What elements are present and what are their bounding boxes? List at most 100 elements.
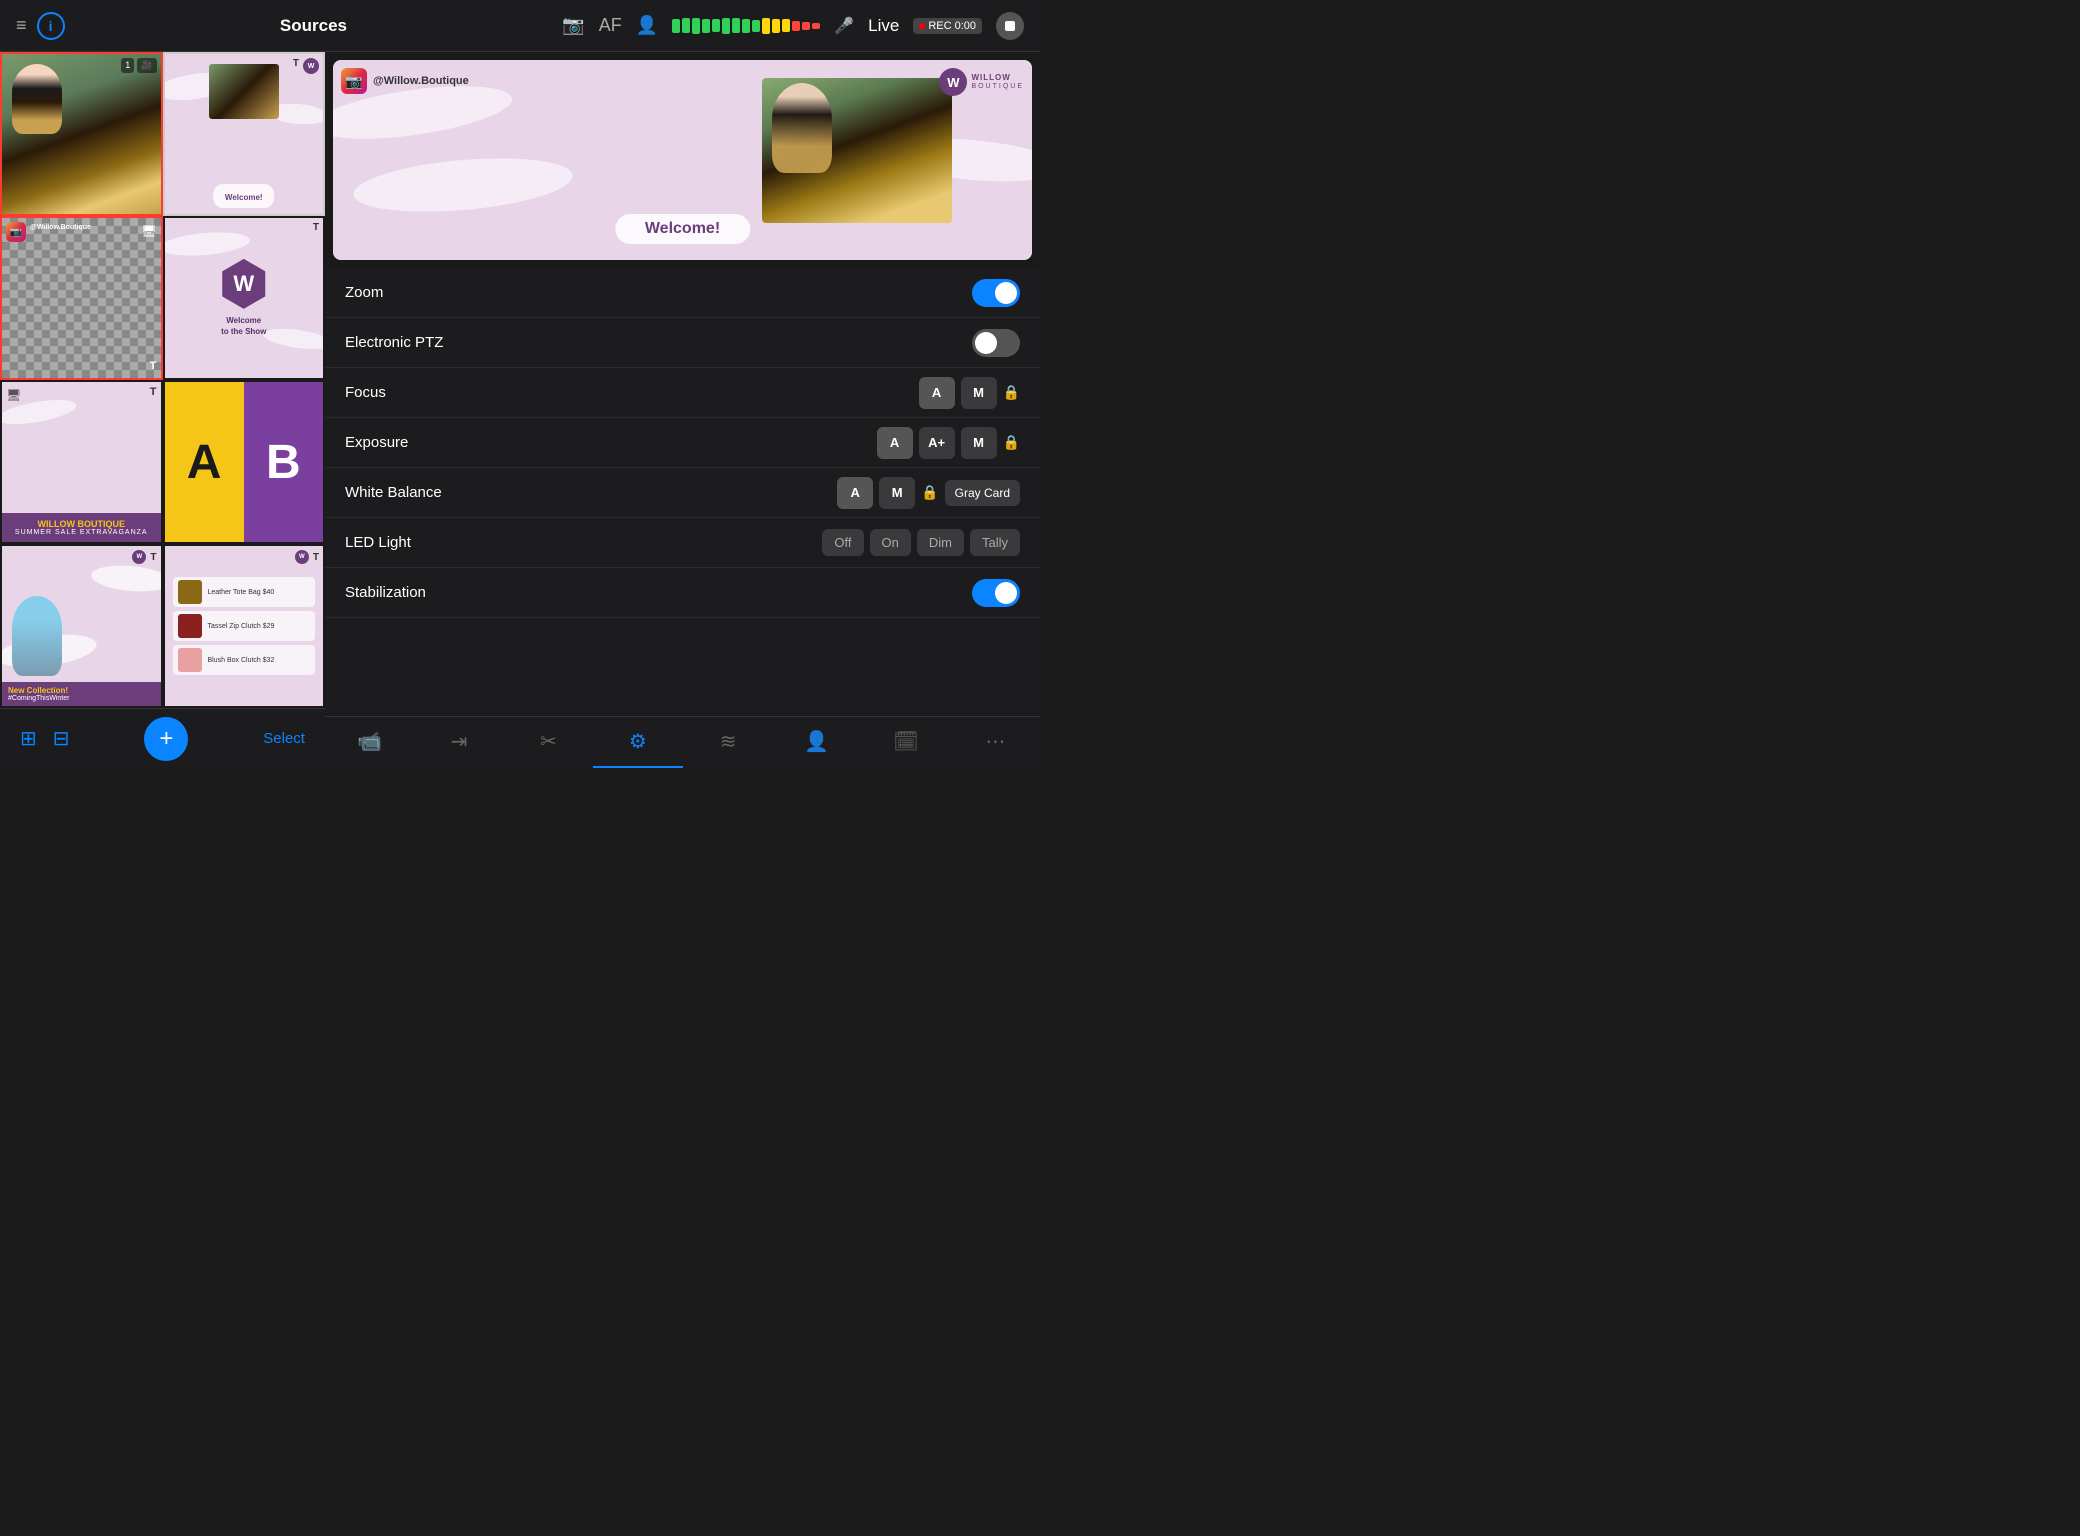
header: ≡ i Sources 📷 AF 👤 🎤 Live REC 0:00 — [0, 0, 1040, 52]
led-tally-btn[interactable]: Tally — [970, 529, 1020, 556]
header-left: ≡ i — [16, 12, 65, 40]
select-button[interactable]: Select — [263, 730, 305, 747]
person-icon[interactable]: 👤 — [636, 15, 658, 36]
tab-more[interactable]: ⋯ — [951, 717, 1040, 768]
source-cell-ab[interactable]: A B — [163, 380, 326, 544]
stabilization-toggle[interactable] — [972, 579, 1020, 607]
camera-tab-icon: 📹 — [357, 729, 382, 754]
meter-bar-7 — [742, 19, 750, 33]
tab-overlay[interactable]: 👤 — [772, 717, 861, 768]
eptz-knob — [975, 332, 997, 354]
source-cell-welcome[interactable]: Welcome! W T — [163, 52, 326, 216]
toolbar-left: ⊞ ⊟ — [20, 726, 70, 751]
logo-text-icon: T — [313, 222, 319, 233]
tab-timer[interactable]: 🗓 — [861, 717, 950, 768]
meter-bar-12 — [792, 21, 800, 31]
meter-bar-11 — [782, 19, 790, 32]
source-cell-boutique[interactable]: 🖥 T WILLOW BOUTIQUE SUMMER SALE EXTRAVAG… — [0, 380, 163, 544]
source-cell-collection[interactable]: W T New Collection! #ComingThisWinter — [0, 544, 163, 708]
led-dim-btn[interactable]: Dim — [917, 529, 964, 556]
meter-bar-6 — [732, 18, 740, 33]
timer-tab-icon: 🗓 — [893, 729, 918, 754]
source-cell-logo[interactable]: W Welcome to the Show T — [163, 216, 326, 380]
source-cell-transparent[interactable]: 📷 @Willow.Boutique 🖥 T — [0, 216, 163, 380]
preview-brand-sub: BOUTIQUE — [971, 83, 1024, 91]
wb-lock-icon[interactable]: 🔒 — [921, 484, 938, 501]
meter-bar-2 — [692, 18, 700, 34]
exposure-lock-icon[interactable]: 🔒 — [1003, 434, 1020, 451]
preview-brand-name: WILLOW — [971, 74, 1024, 83]
exposure-a-btn[interactable]: A — [877, 427, 913, 459]
tab-bar: 📹 ⇥ ✂ ⚙ ≋ 👤 🗓 ⋯ — [325, 716, 1040, 768]
zoom-label: Zoom — [345, 284, 972, 301]
grid-view-button[interactable]: ⊞ — [20, 726, 37, 751]
products-wb: W — [295, 550, 309, 564]
text-layer-icon: T — [293, 58, 299, 69]
boutique-text-icon: T — [150, 386, 157, 398]
product-name-2: Tassel Zip Clutch $29 — [208, 623, 275, 630]
welcome-camera-thumb — [209, 64, 279, 119]
collection-w: W — [137, 554, 143, 560]
meter-bar-14 — [812, 23, 820, 29]
camera-preview — [2, 54, 161, 214]
collection-wb: W — [132, 550, 146, 564]
exposure-m-btn[interactable]: M — [961, 427, 997, 459]
stop-icon — [1005, 21, 1015, 31]
tab-camera[interactable]: 📹 — [325, 717, 414, 768]
stop-button[interactable] — [996, 12, 1024, 40]
display-icon: 🖥 — [141, 224, 156, 238]
monitor-icon: 🖥 — [141, 222, 156, 240]
menu-icon[interactable]: ≡ — [16, 15, 27, 36]
wb-m-btn[interactable]: M — [879, 477, 915, 509]
products-w: W — [299, 554, 305, 560]
audio-meter — [672, 18, 820, 34]
focus-lock-icon[interactable]: 🔒 — [1003, 384, 1020, 401]
wb-a-btn[interactable]: A — [837, 477, 873, 509]
products-preview: W T Leather Tote Bag $40 Tassel Zip Clut… — [165, 546, 324, 706]
led-off-btn[interactable]: Off — [822, 529, 863, 556]
tab-transition[interactable]: ⇥ — [414, 717, 503, 768]
camera-icon[interactable]: 📷 — [562, 15, 584, 36]
overlay-tab-icon: 👤 — [804, 729, 829, 754]
tab-audio[interactable]: ≋ — [683, 717, 772, 768]
settings-tab-icon: ⚙ — [629, 729, 647, 754]
boutique-preview: 🖥 T WILLOW BOUTIQUE SUMMER SALE EXTRAVAG… — [2, 382, 161, 542]
products-icons: W T — [295, 550, 319, 564]
zoom-controls — [972, 279, 1020, 307]
right-panel: 📷 @Willow.Boutique W WILLOW BOUTIQUE Wel… — [325, 52, 1040, 768]
camera-type-icon: 🎥 — [137, 58, 156, 73]
list-view-button[interactable]: ⊟ — [53, 726, 70, 751]
source-cell-camera[interactable]: 1 🎥 — [0, 52, 163, 216]
source-cell-products[interactable]: W T Leather Tote Bag $40 Tassel Zip Clut… — [163, 544, 326, 708]
mic-icon[interactable]: 🎤 — [834, 16, 854, 36]
meter-bar-0 — [672, 19, 680, 33]
eptz-label: Electronic PTZ — [345, 334, 972, 351]
rec-dot — [919, 23, 925, 29]
info-button[interactable]: i — [37, 12, 65, 40]
eptz-toggle[interactable] — [972, 329, 1020, 357]
focus-m-btn[interactable]: M — [961, 377, 997, 409]
focus-a-btn[interactable]: A — [919, 377, 955, 409]
eptz-controls — [972, 329, 1020, 357]
af-label[interactable]: AF — [599, 15, 622, 36]
focus-label: Focus — [345, 384, 919, 401]
rec-time: 0:00 — [955, 20, 976, 32]
led-on-btn[interactable]: On — [870, 529, 911, 556]
hashtag-text: #ComingThisWinter — [8, 695, 155, 702]
tab-crop[interactable]: ✂ — [504, 717, 593, 768]
preview-area: 📷 @Willow.Boutique W WILLOW BOUTIQUE Wel… — [333, 60, 1032, 260]
add-button[interactable]: + — [144, 717, 188, 761]
preview-header: 📷 @Willow.Boutique — [341, 68, 469, 94]
zoom-toggle[interactable] — [972, 279, 1020, 307]
preview-w-icon: W — [939, 68, 967, 96]
product-thumb-3 — [178, 648, 202, 672]
main-content: 1 🎥 Welcome! — [0, 52, 1040, 768]
gray-card-button[interactable]: Gray Card — [945, 480, 1020, 506]
new-collection-text: New Collection! — [8, 686, 155, 695]
product-thumb-2 — [178, 614, 202, 638]
tab-settings[interactable]: ⚙ — [593, 717, 682, 768]
focus-controls: A M 🔒 — [919, 377, 1020, 409]
ig-icon-small: 📷 — [6, 222, 26, 242]
preview-welcome-text: Welcome! — [645, 220, 720, 237]
exposure-aplus-btn[interactable]: A+ — [919, 427, 955, 459]
